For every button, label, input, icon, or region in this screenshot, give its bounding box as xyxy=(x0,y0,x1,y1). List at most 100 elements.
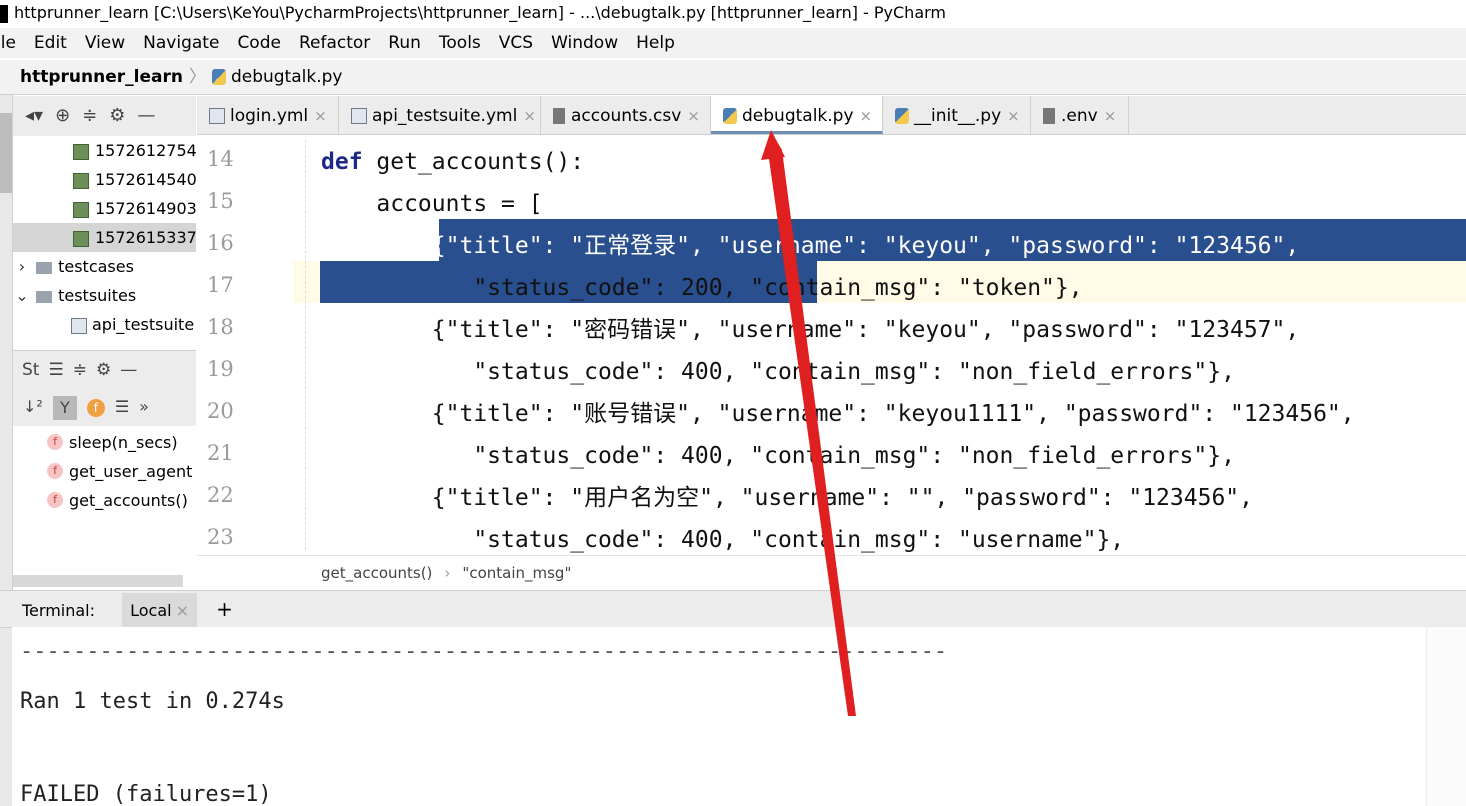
env-file-icon xyxy=(1043,108,1055,124)
structure-title: St xyxy=(22,360,40,380)
yml-file-icon xyxy=(351,108,367,124)
locate-icon[interactable]: ⊕ xyxy=(55,105,70,126)
line-number: 23 xyxy=(207,525,234,549)
horizontal-scrollbar[interactable] xyxy=(13,575,183,587)
close-icon[interactable]: × xyxy=(1104,107,1117,125)
close-icon[interactable]: × xyxy=(523,107,536,125)
function-icon: f xyxy=(47,463,63,479)
hide-icon[interactable]: — xyxy=(137,105,155,126)
code-line: {"title": "用户名为空", "username": "", "pass… xyxy=(321,485,1253,511)
terminal-line: Ran 1 test in 0.274s xyxy=(20,689,285,714)
tab-accounts-csv[interactable]: accounts.csv × xyxy=(541,96,711,134)
tree-item[interactable]: api_testsuite xyxy=(13,310,196,339)
menu-refactor[interactable]: Refactor xyxy=(299,33,370,53)
pycharm-logo-icon xyxy=(0,4,8,23)
close-icon[interactable]: × xyxy=(314,107,327,125)
menu-vcs[interactable]: VCS xyxy=(499,33,533,53)
structure-filter-bar: ↓² Yf ☰ » xyxy=(13,388,196,426)
menu-edit[interactable]: Edit xyxy=(34,33,67,53)
line-number: 21 xyxy=(207,441,234,465)
chevron-down-icon[interactable]: ⌄ xyxy=(13,281,31,310)
terminal-tab-local[interactable]: Local × xyxy=(122,593,197,629)
chevron-right-icon: › xyxy=(444,564,451,582)
close-icon[interactable]: × xyxy=(860,107,873,125)
html-report-icon xyxy=(73,230,89,247)
function-filter-icon[interactable]: f xyxy=(86,398,105,417)
menu-run[interactable]: Run xyxy=(388,33,421,53)
tab-debugtalk-py[interactable]: debugtalk.py × xyxy=(711,96,883,134)
gear-icon[interactable]: ⚙ xyxy=(109,105,125,126)
line-number: 20 xyxy=(207,399,234,423)
nav-project[interactable]: httprunner_learn xyxy=(20,67,183,87)
python-icon xyxy=(723,108,737,124)
menu-navigate[interactable]: Navigate xyxy=(143,33,219,53)
menu-tools[interactable]: Tools xyxy=(439,33,481,53)
chevron-right-icon: 〉 xyxy=(188,67,206,87)
fold-guide xyxy=(305,140,318,550)
tree-folder-testsuites[interactable]: ⌄ testsuites xyxy=(13,281,196,310)
filter-icon[interactable]: Y xyxy=(52,395,77,420)
vertical-scrollbar[interactable] xyxy=(1426,627,1466,806)
tree-item[interactable]: 1572614903 xyxy=(13,194,196,223)
code-line: {"title": "密码错误", "username": "keyou", "… xyxy=(321,317,1300,343)
sort-icon[interactable]: ↓² xyxy=(23,397,43,416)
breadcrumb-key[interactable]: "contain_msg" xyxy=(462,564,571,582)
structure-toolbar: St ☰ ≑ ⚙ — xyxy=(13,350,196,389)
window-title: httprunner_learn [C:\Users\KeYou\Pycharm… xyxy=(14,3,947,22)
close-icon[interactable]: × xyxy=(176,601,189,620)
collapse-icon[interactable]: ≑ xyxy=(82,105,97,126)
code-editor[interactable]: def get_accounts(): accounts = [ {"title… xyxy=(293,135,1466,555)
tree-folder-testcases[interactable]: › testcases xyxy=(13,252,196,281)
collapse-icon[interactable]: ≑ xyxy=(73,360,87,380)
breadcrumb-function[interactable]: get_accounts() xyxy=(321,564,432,582)
tab-api-testsuite-yml[interactable]: api_testsuite.yml × xyxy=(339,96,541,134)
tab-env[interactable]: .env × xyxy=(1031,96,1129,134)
project-tool-button[interactable] xyxy=(0,113,12,193)
line-number: 14 xyxy=(207,147,234,171)
function-icon: f xyxy=(47,492,63,508)
csv-file-icon xyxy=(553,108,565,124)
menu-help[interactable]: Help xyxy=(636,33,675,53)
menu-file[interactable]: ile xyxy=(0,33,16,53)
python-icon xyxy=(211,69,226,85)
add-icon[interactable]: + xyxy=(216,597,233,621)
tree-item[interactable]: 1572614540 xyxy=(13,165,196,194)
hide-icon[interactable]: — xyxy=(120,360,137,380)
close-icon[interactable]: × xyxy=(687,107,700,125)
editor-breadcrumb: get_accounts() › "contain_msg" xyxy=(197,555,1466,590)
tab-init-py[interactable]: __init__.py × xyxy=(883,96,1031,134)
structure-item[interactable]: f sleep(n_secs) xyxy=(13,428,196,457)
code-line: "status_code": 400, "contain_msg": "user… xyxy=(321,527,1125,553)
expand-icon[interactable]: ☰ xyxy=(48,360,63,380)
terminal-output[interactable]: ----------------------------------------… xyxy=(12,627,1466,806)
structure-item[interactable]: f get_accounts() xyxy=(13,486,196,515)
structure-item[interactable]: f get_user_agent xyxy=(13,457,196,486)
code-line-selected: {"title": "正常登录", "username": "keyou", "… xyxy=(321,233,1300,259)
project-toolbar: ◂▾ ⊕ ≑ ⚙ — xyxy=(13,96,196,136)
code-line-caret: "status_code": 200, "contain_msg": "toke… xyxy=(321,275,1083,301)
nav-file[interactable]: debugtalk.py xyxy=(231,67,343,87)
window-title-bar: httprunner_learn [C:\Users\KeYou\Pycharm… xyxy=(0,0,1466,28)
line-number: 17 xyxy=(207,273,234,297)
list-icon[interactable]: ☰ xyxy=(115,397,129,416)
line-number: 22 xyxy=(207,483,234,507)
terminal-line: ----------------------------------------… xyxy=(20,639,948,664)
tree-item[interactable]: 1572612754 xyxy=(13,136,196,165)
folder-icon xyxy=(36,290,53,303)
folder-icon xyxy=(36,261,53,274)
menu-view[interactable]: View xyxy=(85,33,125,53)
dropdown-icon[interactable]: ◂▾ xyxy=(25,105,43,126)
menu-code[interactable]: Code xyxy=(237,33,281,53)
gear-icon[interactable]: ⚙ xyxy=(96,360,111,380)
chevron-right-icon[interactable]: › xyxy=(13,252,31,281)
more-icon[interactable]: » xyxy=(139,397,149,416)
tab-login-yml[interactable]: login.yml × xyxy=(197,96,339,134)
close-icon[interactable]: × xyxy=(1007,107,1020,125)
structure-list: f sleep(n_secs) f get_user_agent f get_acco… xyxy=(13,428,196,588)
menu-bar: ile Edit View Navigate Code Refactor Run Tools V… xyxy=(0,28,1466,58)
tree-item-selected[interactable]: 1572615337 xyxy=(13,223,196,252)
terminal-header: Terminal: Local × + xyxy=(0,590,1466,629)
line-number: 16 xyxy=(207,231,234,255)
project-tree: 1572612754 1572614540 1572614903 1572615… xyxy=(13,136,196,348)
menu-window[interactable]: Window xyxy=(551,33,618,53)
